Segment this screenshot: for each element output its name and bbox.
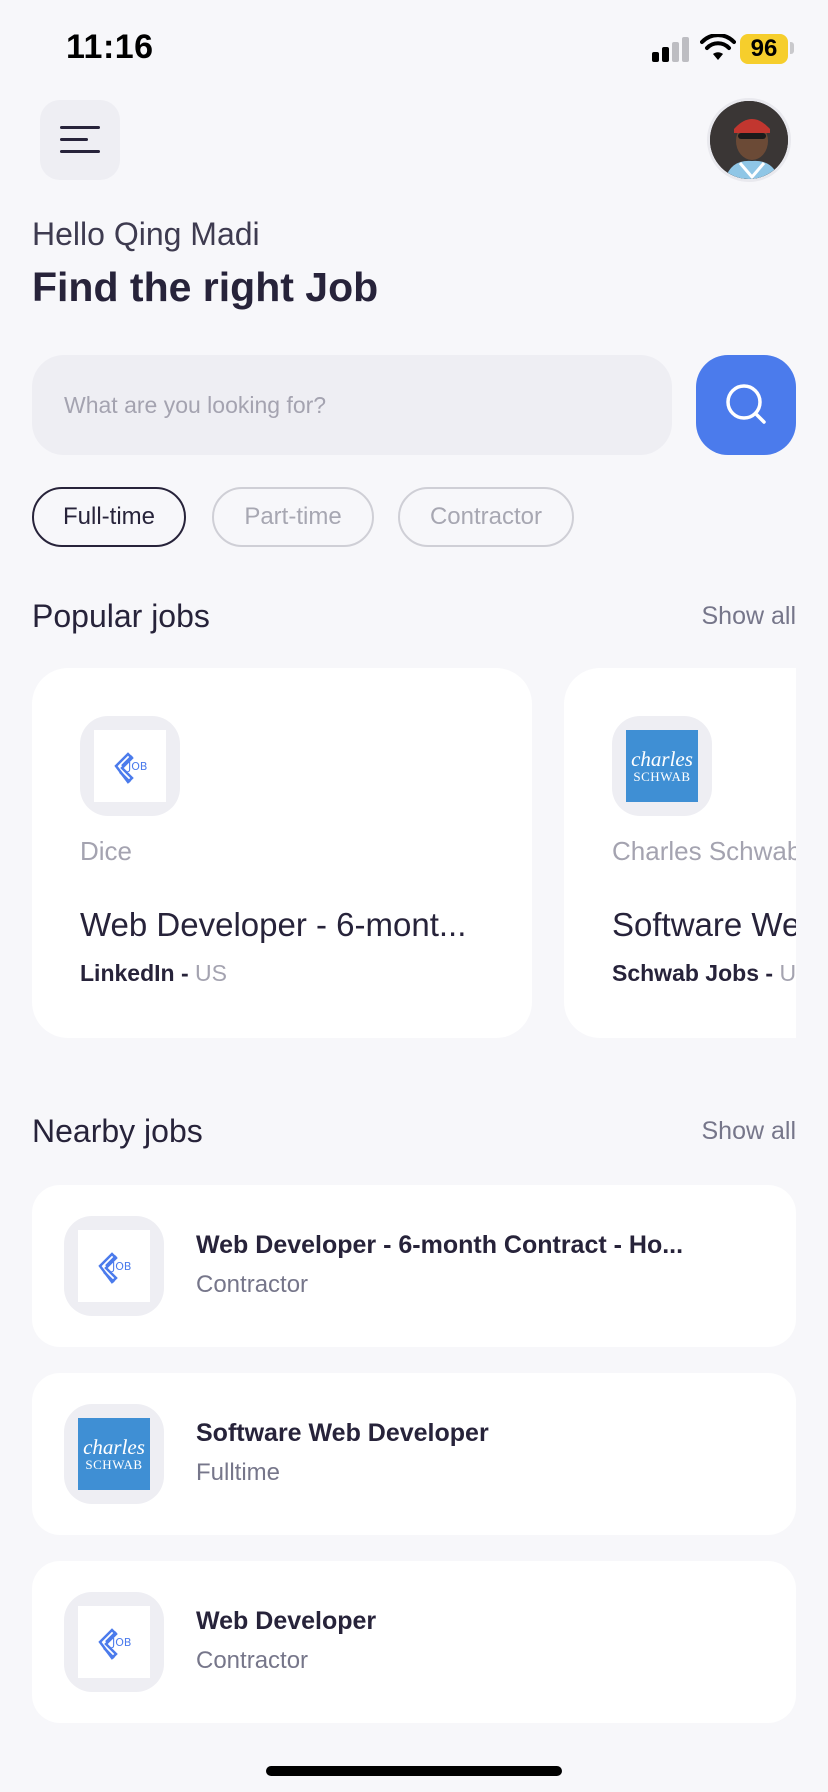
menu-line xyxy=(60,138,88,141)
search-input[interactable] xyxy=(32,355,672,455)
search-button[interactable] xyxy=(696,355,796,455)
job-type: Contractor xyxy=(196,1271,309,1298)
popular-show-all-link[interactable]: Show all xyxy=(702,602,797,631)
job-location: US xyxy=(779,960,796,986)
battery-indicator: 96 xyxy=(740,34,788,64)
popular-job-card[interactable]: charles SCHWAB Charles Schwab Software W… xyxy=(564,668,796,1038)
job-title: Web Developer xyxy=(196,1607,377,1635)
nearby-job-card[interactable]: JOB Web Developer - 6-month Contract - H… xyxy=(32,1185,796,1347)
job-type: Fulltime xyxy=(196,1459,281,1486)
menu-line xyxy=(60,150,100,153)
popular-job-card[interactable]: JOB Dice Web Developer - 6-mont... Linke… xyxy=(32,668,532,1038)
company-name: Charles Schwab xyxy=(612,836,796,866)
nearby-job-card[interactable]: charles SCHWAB Software Web Developer Fu… xyxy=(32,1373,796,1535)
nearby-job-card[interactable]: JOB Web Developer Contractor xyxy=(32,1561,796,1723)
job-location: US xyxy=(195,960,227,986)
home-indicator[interactable] xyxy=(266,1766,562,1776)
search-icon xyxy=(726,384,766,424)
job-logo-icon: JOB xyxy=(78,1606,150,1678)
job-title: Web Developer - 6-mont... xyxy=(80,906,467,943)
menu-button[interactable] xyxy=(40,100,120,180)
wifi-icon xyxy=(700,34,736,60)
charles-schwab-logo: charles SCHWAB xyxy=(626,730,698,802)
menu-line xyxy=(60,126,100,129)
svg-text:JOB: JOB xyxy=(127,760,147,773)
company-logo-tile: JOB xyxy=(64,1216,164,1316)
avatar[interactable] xyxy=(707,98,791,182)
job-source: LinkedIn - US xyxy=(80,960,227,987)
job-source-name: Schwab Jobs - xyxy=(612,960,780,986)
popular-jobs-carousel[interactable]: JOB Dice Web Developer - 6-mont... Linke… xyxy=(32,668,796,1040)
popular-jobs-title: Popular jobs xyxy=(32,598,210,634)
svg-text:JOB: JOB xyxy=(111,1260,131,1273)
job-source-name: LinkedIn - xyxy=(80,960,195,986)
company-name: Dice xyxy=(80,836,133,866)
filter-chip-full-time[interactable]: Full-time xyxy=(32,487,186,547)
filter-chip-part-time[interactable]: Part-time xyxy=(212,487,374,547)
greeting: Hello Qing Madi xyxy=(32,216,260,252)
job-logo-icon: JOB xyxy=(78,1230,150,1302)
company-logo-tile: charles SCHWAB xyxy=(612,716,712,816)
job-source: Schwab Jobs - US xyxy=(612,960,796,987)
job-title: Software Web Developer xyxy=(196,1419,489,1447)
job-type: Contractor xyxy=(196,1647,309,1674)
job-logo-icon: JOB xyxy=(94,730,166,802)
status-time: 11:16 xyxy=(66,28,154,66)
job-title: Web Developer - 6-month Contract - Ho... xyxy=(196,1231,684,1259)
company-logo-tile: JOB xyxy=(80,716,180,816)
nearby-jobs-title: Nearby jobs xyxy=(32,1113,203,1149)
svg-text:JOB: JOB xyxy=(111,1636,131,1649)
page-title: Find the right Job xyxy=(32,264,379,310)
nearby-show-all-link[interactable]: Show all xyxy=(702,1117,797,1146)
avatar-photo xyxy=(710,101,788,179)
battery-tip xyxy=(790,42,794,54)
charles-schwab-logo: charles SCHWAB xyxy=(78,1418,150,1490)
job-title: Software Web Developer xyxy=(612,906,796,943)
cellular-signal-icon xyxy=(652,36,692,62)
company-logo-tile: charles SCHWAB xyxy=(64,1404,164,1504)
company-logo-tile: JOB xyxy=(64,1592,164,1692)
filter-chip-contractor[interactable]: Contractor xyxy=(398,487,574,547)
